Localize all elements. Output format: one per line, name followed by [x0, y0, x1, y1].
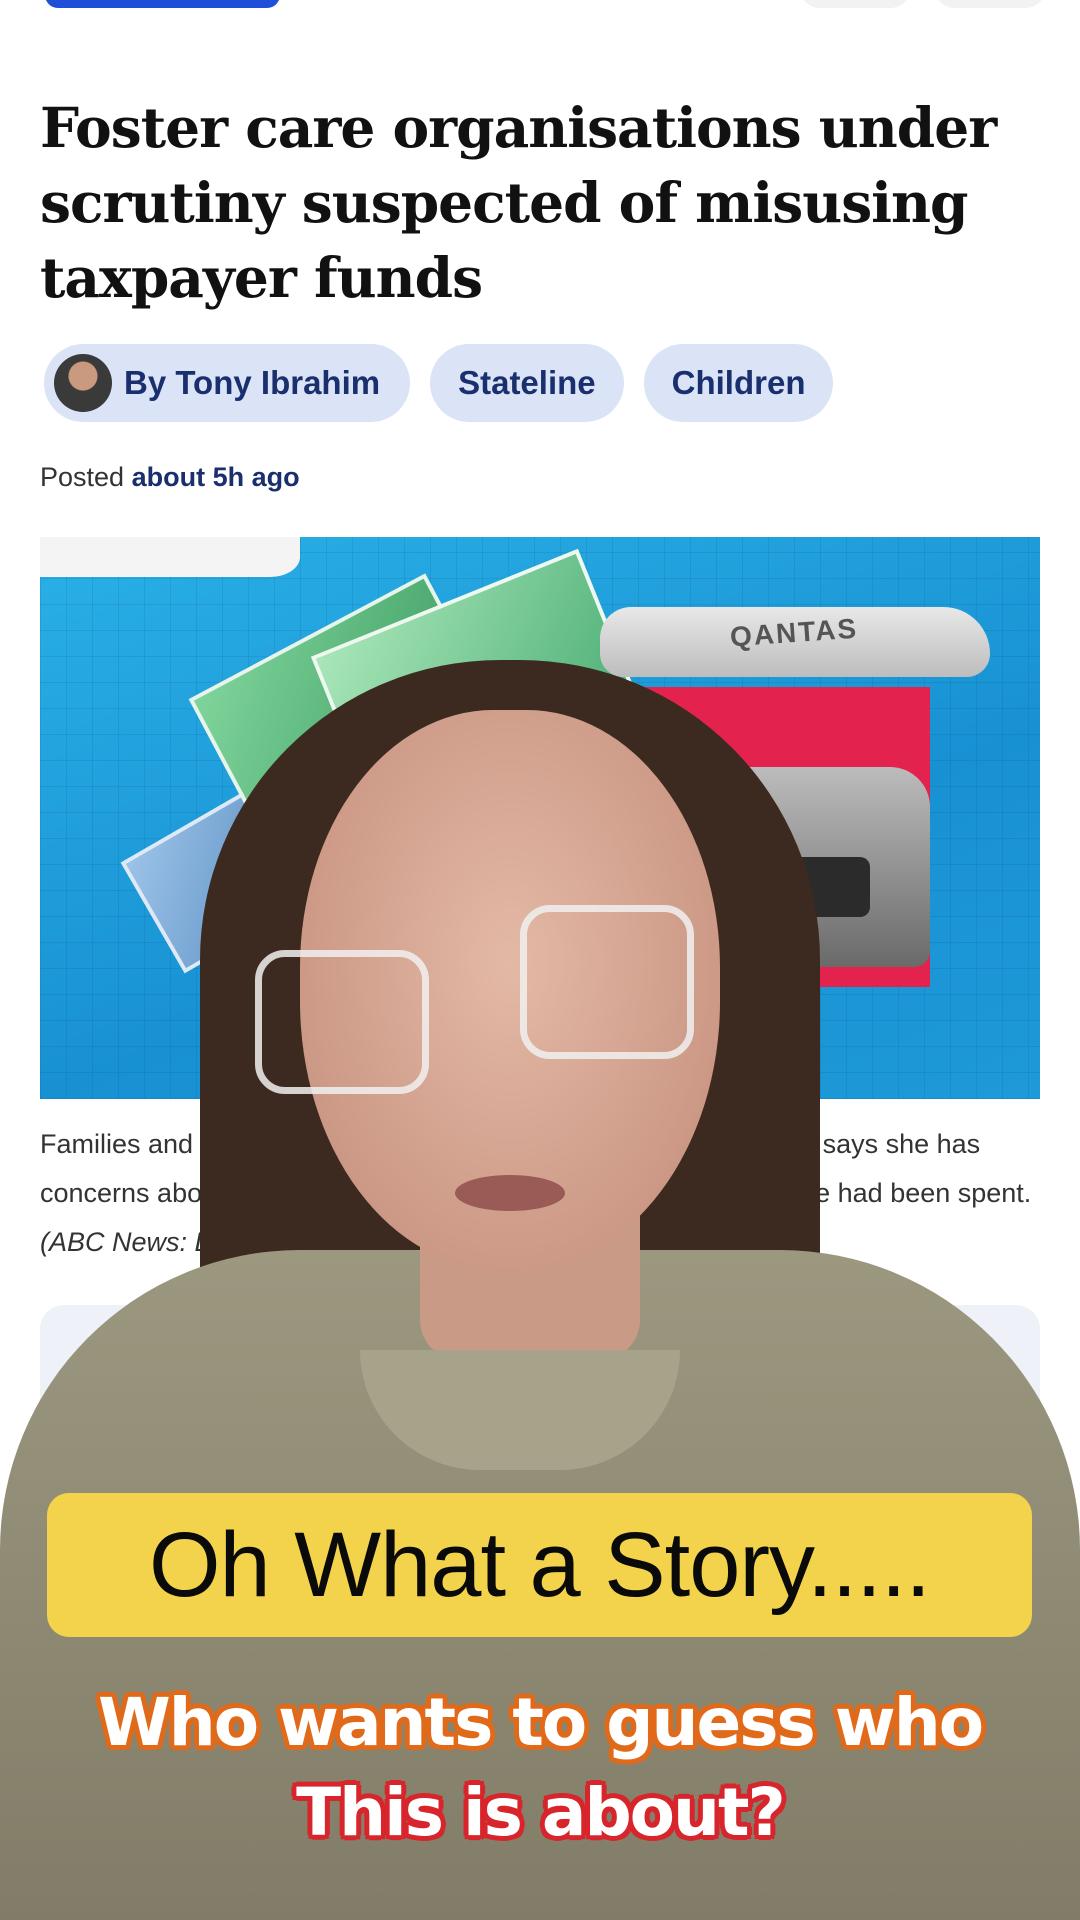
- top-nav-pill[interactable]: [45, 0, 280, 8]
- tag-chip-label: Children: [671, 364, 806, 401]
- torn-paper-edge: [40, 537, 300, 577]
- author-chip[interactable]: By Tony Ibrahim: [44, 344, 411, 422]
- presenter-mouth: [455, 1175, 565, 1211]
- posted-timestamp: Posted about 5h ago: [40, 462, 300, 493]
- posted-time: about 5h ago: [131, 462, 300, 492]
- article-tag-chips: By Tony Ibrahim Stateline Children: [44, 344, 834, 422]
- posted-prefix: Posted: [40, 462, 125, 492]
- author-chip-label: By Tony Ibrahim: [124, 364, 381, 401]
- tag-chip-children[interactable]: Children: [643, 344, 834, 422]
- glasses-left-lens: [255, 950, 429, 1094]
- tag-chip-stateline[interactable]: Stateline: [430, 344, 624, 422]
- author-avatar: [54, 354, 112, 412]
- overlay-caption-line2: This is about?: [296, 1774, 786, 1851]
- top-action-button[interactable]: [800, 0, 910, 8]
- glasses-right-lens: [520, 905, 694, 1059]
- tag-chip-label: Stateline: [458, 364, 596, 401]
- top-action-button-2[interactable]: [935, 0, 1045, 8]
- article-headline: Foster care organisations under scrutiny…: [40, 95, 997, 310]
- overlay-banner: Oh What a Story.....: [47, 1493, 1032, 1637]
- overlay-caption: Who wants to guess who This is about?: [0, 1678, 1080, 1858]
- overlay-caption-line1: Who wants to guess who: [97, 1684, 984, 1761]
